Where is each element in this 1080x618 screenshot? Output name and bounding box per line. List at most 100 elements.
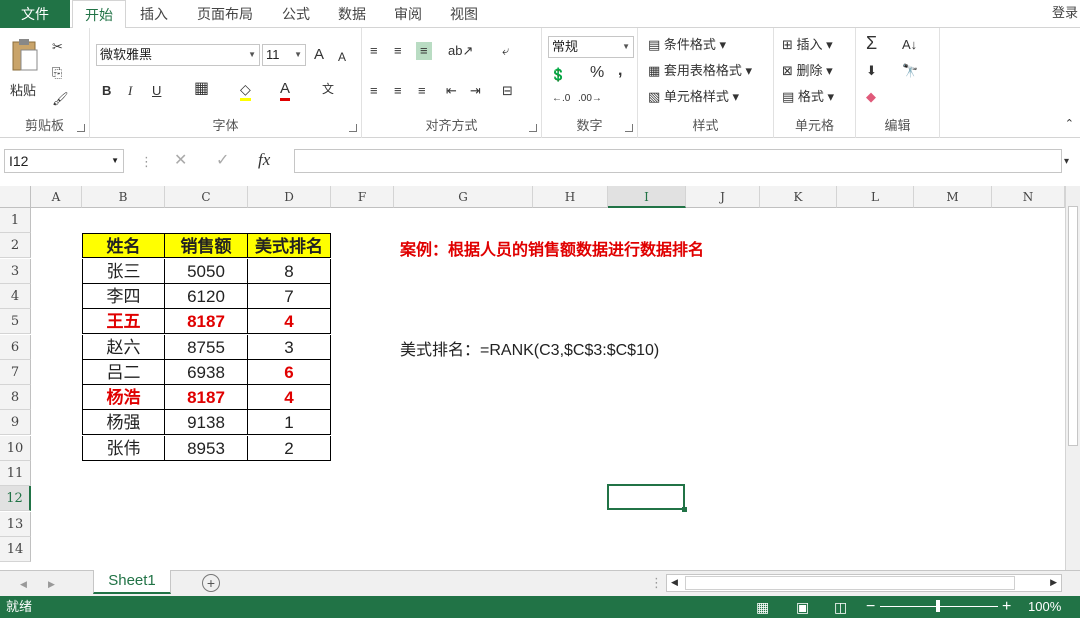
name-box[interactable]: I12 ▼	[4, 149, 124, 173]
paste-button[interactable]: 粘贴	[8, 36, 42, 106]
horizontal-scroll-thumb[interactable]	[685, 576, 1015, 590]
column-header-n[interactable]: N	[992, 186, 1065, 208]
rank-cell[interactable]: 4	[248, 385, 331, 411]
tab-page-layout[interactable]: 页面布局	[190, 0, 260, 28]
prev-sheet-icon[interactable]: ◀	[20, 575, 27, 593]
column-header-c[interactable]: C	[165, 186, 248, 208]
name-cell[interactable]: 赵六	[82, 334, 165, 360]
merge-icon[interactable]: ⊟	[502, 82, 513, 100]
number-format-select[interactable]: 常规 ▼	[548, 36, 634, 58]
horizontal-scrollbar[interactable]: ◀ ▶	[666, 574, 1062, 592]
format-painter-icon[interactable]: 🖌	[52, 90, 69, 108]
row-header-5[interactable]: 5	[0, 309, 31, 335]
currency-icon[interactable]: 💲	[550, 66, 566, 84]
format-cells-button[interactable]: ▤ 格式 ▾	[782, 88, 834, 106]
page-layout-view-icon[interactable]: ▣	[796, 596, 809, 618]
fill-icon[interactable]: ⬇	[866, 62, 877, 80]
percent-button[interactable]: %	[590, 64, 604, 82]
border-icon[interactable]: ▦	[194, 80, 209, 98]
file-tab[interactable]: 文件	[0, 0, 70, 28]
zoom-out-icon[interactable]: −	[866, 596, 875, 618]
collapse-ribbon-icon[interactable]: ⌃	[1065, 115, 1074, 133]
bold-button[interactable]: B	[102, 82, 111, 100]
clear-icon[interactable]: ◆	[866, 88, 876, 106]
align-bottom-icon[interactable]: ≡	[416, 42, 432, 60]
sales-cell[interactable]: 8755	[165, 334, 248, 360]
expand-formula-icon[interactable]: ▾	[1064, 153, 1069, 171]
sales-cell[interactable]: 8953	[165, 435, 248, 461]
table-header-cell[interactable]: 姓名	[82, 233, 165, 259]
enter-icon[interactable]: ✓	[216, 152, 229, 170]
tab-review[interactable]: 审阅	[386, 0, 430, 28]
zoom-level[interactable]: 100%	[1028, 596, 1061, 618]
align-center-icon[interactable]: ≡	[394, 82, 402, 100]
column-header-l[interactable]: L	[837, 186, 914, 208]
column-header-a[interactable]: A	[31, 186, 82, 208]
tab-split-icon[interactable]: ⋮	[650, 574, 663, 592]
column-header-d[interactable]: D	[248, 186, 331, 208]
row-header-8[interactable]: 8	[0, 385, 31, 411]
name-cell[interactable]: 杨浩	[82, 385, 165, 411]
row-header-12[interactable]: 12	[0, 486, 31, 512]
select-all-corner[interactable]	[0, 186, 31, 208]
column-header-b[interactable]: B	[82, 186, 165, 208]
rank-cell[interactable]: 3	[248, 334, 331, 360]
row-header-1[interactable]: 1	[0, 208, 31, 233]
row-header-2[interactable]: 2	[0, 233, 31, 259]
rank-cell[interactable]: 8	[248, 258, 331, 284]
tab-data[interactable]: 数据	[330, 0, 374, 28]
autosum-button[interactable]: Σ	[866, 34, 877, 52]
column-header-m[interactable]: M	[914, 186, 992, 208]
increase-indent-icon[interactable]: ⇥	[470, 82, 481, 100]
sort-filter-icon[interactable]: A↓	[902, 36, 917, 54]
sales-cell[interactable]: 8187	[165, 309, 248, 335]
grow-font-button[interactable]: A	[314, 46, 324, 64]
fill-color-icon[interactable]: ◇	[240, 80, 251, 101]
shrink-font-button[interactable]: A	[338, 48, 346, 66]
insert-function-button[interactable]: fx	[258, 151, 270, 169]
row-header-3[interactable]: 3	[0, 258, 31, 284]
format-as-table-button[interactable]: ▦ 套用表格格式 ▾	[648, 62, 752, 80]
alignment-launcher-icon[interactable]	[529, 124, 537, 132]
sheet-tab-sheet1[interactable]: Sheet1	[93, 570, 171, 594]
row-header-7[interactable]: 7	[0, 359, 31, 385]
clipboard-launcher-icon[interactable]	[77, 124, 85, 132]
tab-insert[interactable]: 插入	[132, 0, 176, 28]
row-header-13[interactable]: 13	[0, 511, 31, 537]
sales-cell[interactable]: 6938	[165, 359, 248, 385]
zoom-in-icon[interactable]: +	[1002, 596, 1011, 618]
column-header-j[interactable]: J	[686, 186, 760, 208]
fill-handle[interactable]	[682, 507, 687, 512]
table-header-cell[interactable]: 美式排名	[248, 233, 331, 259]
column-header-h[interactable]: H	[533, 186, 608, 208]
phonetic-icon[interactable]: 文	[322, 80, 334, 98]
worksheet[interactable]: ABCDFGHIJKLMN 1 2 3 4 5 6 7 8 9 10 11 12 13 14 姓名 销售额美…	[0, 186, 1065, 570]
font-color-button[interactable]: A	[280, 80, 291, 101]
align-left-icon[interactable]: ≡	[370, 82, 378, 100]
name-cell[interactable]: 李四	[82, 283, 165, 309]
page-break-view-icon[interactable]: ◫	[834, 596, 847, 618]
name-cell[interactable]: 吕二	[82, 359, 165, 385]
login-link[interactable]: 登录	[1052, 0, 1078, 26]
row-header-11[interactable]: 11	[0, 461, 31, 486]
tab-formulas[interactable]: 公式	[274, 0, 318, 28]
table-header-cell[interactable]: 销售额	[165, 233, 248, 259]
comma-button[interactable]: ,	[618, 62, 622, 80]
rank-cell[interactable]: 2	[248, 435, 331, 461]
tab-home[interactable]: 开始	[72, 0, 126, 29]
wrap-text-icon[interactable]: ⤶	[502, 42, 509, 60]
row-header-14[interactable]: 14	[0, 536, 31, 562]
sales-cell[interactable]: 8187	[165, 385, 248, 411]
cell-styles-button[interactable]: ▧ 单元格样式 ▾	[648, 88, 739, 106]
sales-cell[interactable]: 5050	[165, 258, 248, 284]
row-header-10[interactable]: 10	[0, 435, 31, 461]
sales-cell[interactable]: 9138	[165, 410, 248, 436]
align-top-icon[interactable]: ≡	[370, 42, 378, 60]
name-cell[interactable]: 张伟	[82, 435, 165, 461]
conditional-format-button[interactable]: ▤ 条件格式 ▾	[648, 36, 726, 54]
increase-decimal-icon[interactable]: ←.0	[552, 90, 570, 108]
align-right-icon[interactable]: ≡	[418, 82, 426, 100]
insert-cells-button[interactable]: ⊞ 插入 ▾	[782, 36, 833, 54]
copy-icon[interactable]: ⎘	[52, 64, 62, 82]
rank-cell[interactable]: 1	[248, 410, 331, 436]
